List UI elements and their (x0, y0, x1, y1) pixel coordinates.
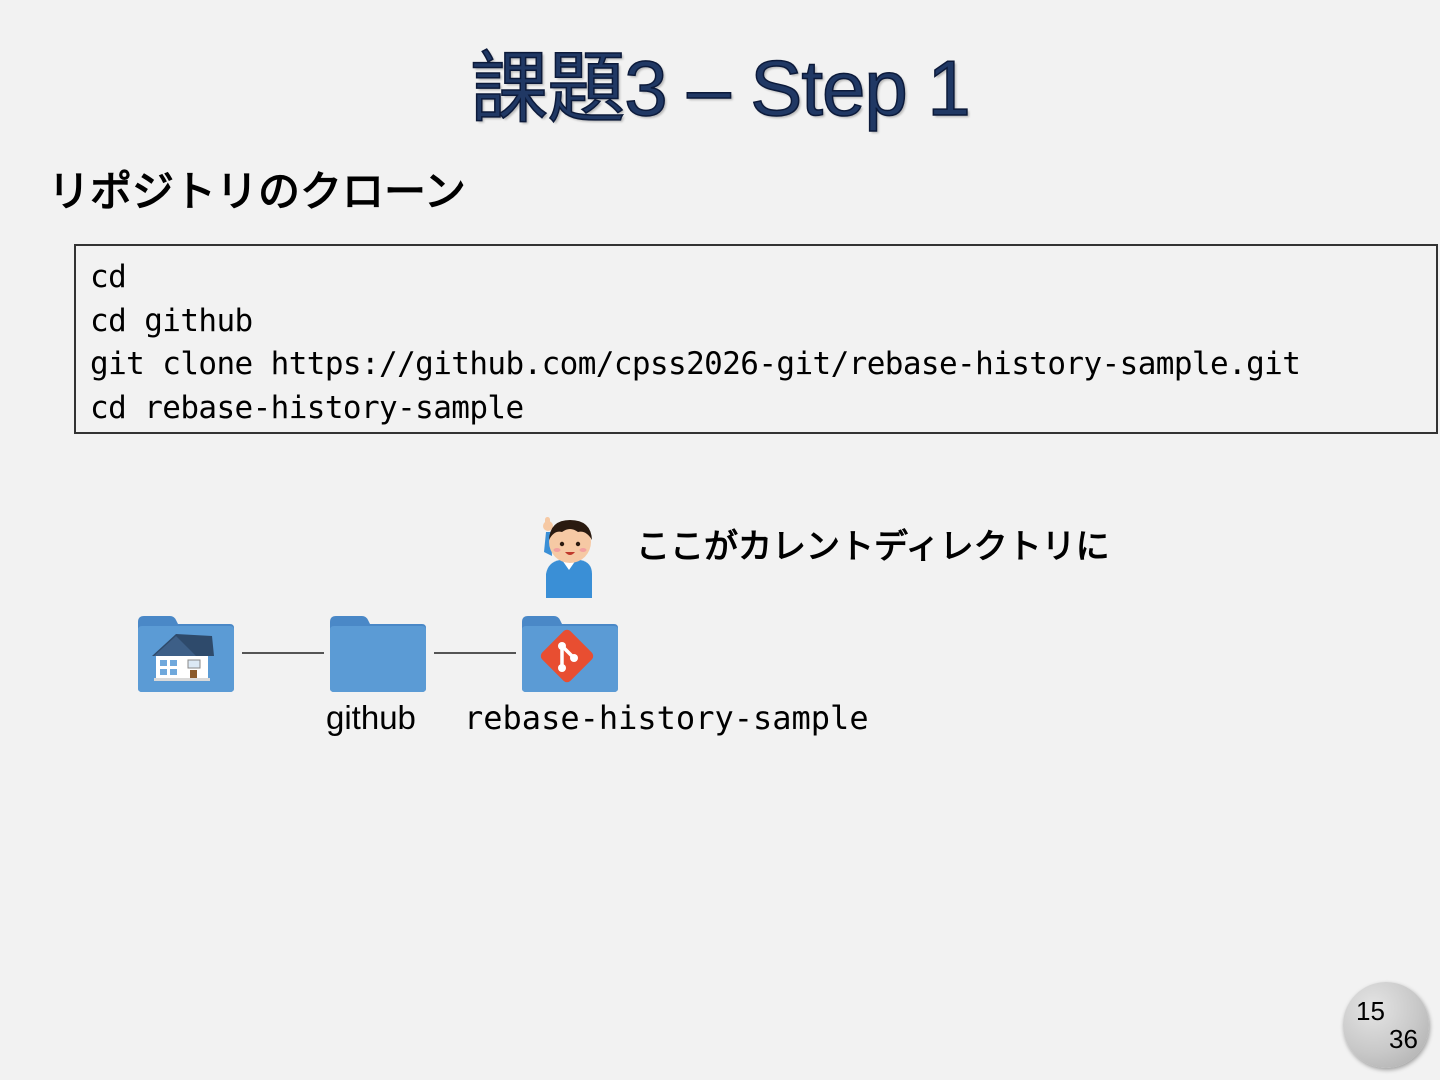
section-heading: リポジトリのクローン (48, 167, 466, 216)
git-folder-icon (522, 616, 618, 692)
current-directory-callout: ここがカレントディレクトリに (636, 527, 1110, 567)
folder-label-github: github (326, 699, 416, 736)
code-block: cd cd github git clone https://github.co… (74, 244, 1438, 434)
home-folder-icon (138, 616, 234, 692)
code-line: cd rebase-history-sample (90, 389, 524, 426)
folder-icon (330, 616, 426, 692)
person-raising-hand-icon (543, 517, 592, 598)
code-line: cd (90, 259, 127, 295)
slide-title: 課題3 – Step 1 (469, 43, 971, 133)
current-page-number: 15 (1356, 996, 1385, 1026)
code-line: git clone https://github.com/cpss2026-gi… (90, 346, 1301, 382)
path-connector-line (242, 652, 324, 654)
total-page-count: 36 (1389, 1024, 1418, 1054)
path-connector-line (434, 652, 516, 654)
code-line: cd github (90, 302, 253, 339)
folder-label-repository: rebase-history-sample (464, 699, 869, 737)
page-number-badge: 15 36 (1343, 982, 1429, 1068)
